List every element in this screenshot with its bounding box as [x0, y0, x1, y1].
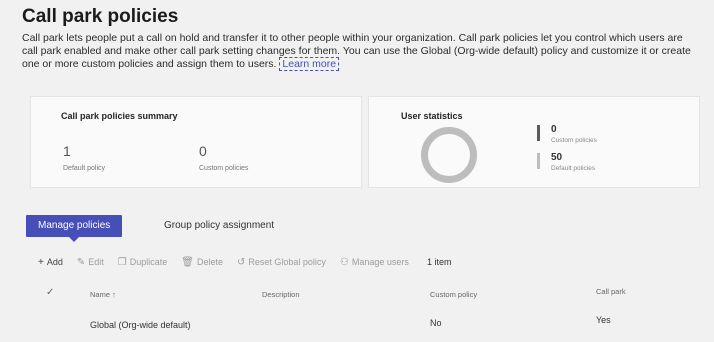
add-label: Add: [46, 257, 63, 267]
default-legend-bar: [537, 153, 540, 169]
description-text: Call park lets people put a call on hold…: [22, 32, 691, 70]
people-icon: ⚇: [339, 256, 349, 268]
custom-policy-count: 0: [199, 143, 207, 159]
column-header-name[interactable]: Name ↑: [90, 290, 116, 299]
item-count: 1 item: [426, 257, 452, 267]
custom-legend-bar: [537, 125, 540, 141]
default-users-label: Default policies: [551, 165, 596, 172]
pencil-icon: ✎: [76, 256, 86, 268]
custom-users-count: 0: [551, 124, 557, 135]
plus-icon: +: [38, 256, 44, 268]
select-all-checkmark-icon[interactable]: ✓: [46, 287, 54, 298]
row-call-park: Yes: [596, 315, 611, 325]
delete-button[interactable]: 🗑 Delete: [181, 257, 223, 268]
default-users-count: 50: [551, 152, 563, 163]
duplicate-button[interactable]: ❐ Duplicate: [118, 257, 168, 268]
tab-group-policy-assignment[interactable]: Group policy assignment: [152, 215, 286, 237]
add-button[interactable]: + Add: [38, 257, 63, 268]
column-header-custom-policy[interactable]: Custom policy: [430, 290, 477, 299]
trash-icon: 🗑: [181, 256, 194, 268]
copy-icon: ❐: [117, 256, 127, 268]
column-header-description[interactable]: Description: [262, 290, 300, 299]
delete-label: Delete: [196, 257, 223, 267]
summary-card-title: Call park policies summary: [61, 111, 178, 121]
policy-toolbar: + Add ✎ Edit ❐ Duplicate 🗑 Delete ↺ Rese…: [38, 253, 451, 271]
duplicate-label: Duplicate: [129, 257, 168, 267]
user-statistics-donut-chart: [421, 127, 477, 183]
summary-card: Call park policies summary 1 Default pol…: [30, 96, 362, 188]
custom-policy-label: Custom policies: [199, 165, 249, 172]
tab-manage-policies[interactable]: Manage policies: [26, 215, 123, 242]
user-statistics-card: User statistics 0 Custom policies 50 Def…: [368, 96, 700, 188]
reset-global-policy-button[interactable]: ↺ Reset Global policy: [237, 257, 326, 268]
user-statistics-title: User statistics: [401, 111, 463, 121]
manage-users-button[interactable]: ⚇ Manage users: [340, 257, 409, 268]
learn-more-link[interactable]: Learn more: [279, 57, 340, 71]
default-policy-count: 1: [63, 143, 71, 159]
default-policy-label: Default policy: [63, 165, 106, 172]
edit-label: Edit: [88, 257, 104, 267]
row-custom-policy: No: [430, 318, 442, 328]
page-description: Call park lets people put a call on hold…: [22, 32, 694, 71]
column-header-call-park[interactable]: Call park: [596, 287, 626, 296]
page-title: Call park policies: [22, 6, 179, 27]
custom-users-label: Custom policies: [551, 137, 597, 144]
edit-button[interactable]: ✎ Edit: [77, 257, 104, 268]
row-name[interactable]: Global (Org-wide default): [90, 320, 191, 330]
reset-label: Reset Global policy: [248, 257, 326, 267]
manage-users-label: Manage users: [351, 257, 409, 267]
reset-icon: ↺: [236, 256, 246, 268]
